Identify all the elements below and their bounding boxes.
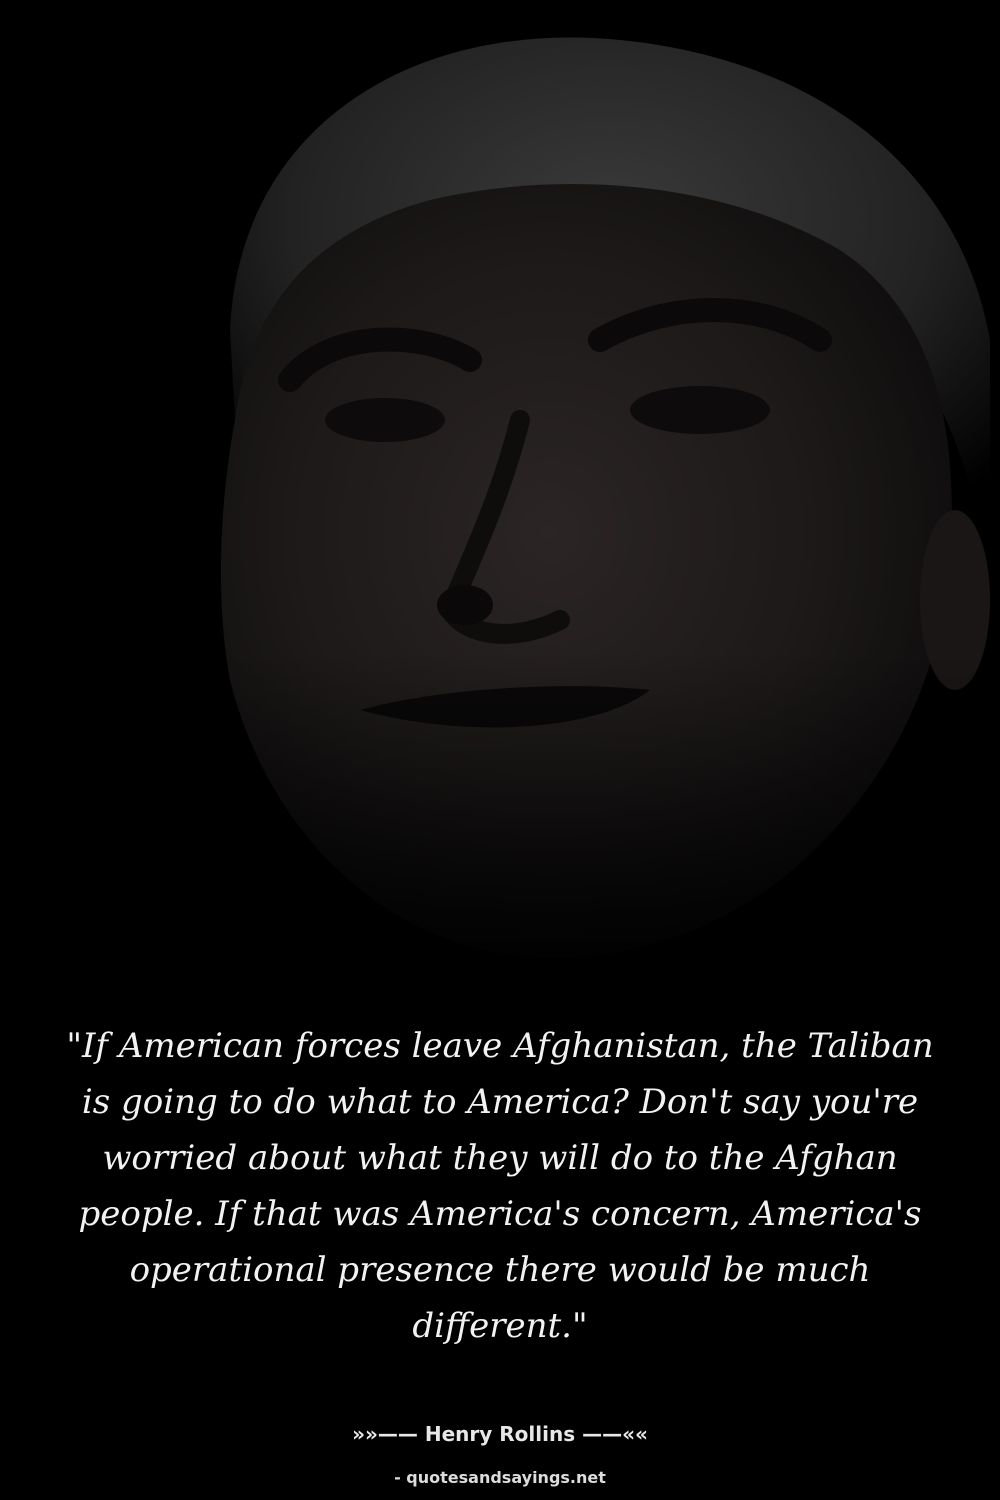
quote-author: »»—— Henry Rollins ——«« bbox=[352, 1422, 648, 1446]
quote-text: "If American forces leave Afghanistan, t… bbox=[66, 1026, 934, 1346]
source-credit: - quotesandsayings.net bbox=[394, 1468, 606, 1487]
portrait-photo bbox=[0, 0, 1000, 1000]
quote-poster: "If American forces leave Afghanistan, t… bbox=[0, 0, 1000, 1500]
